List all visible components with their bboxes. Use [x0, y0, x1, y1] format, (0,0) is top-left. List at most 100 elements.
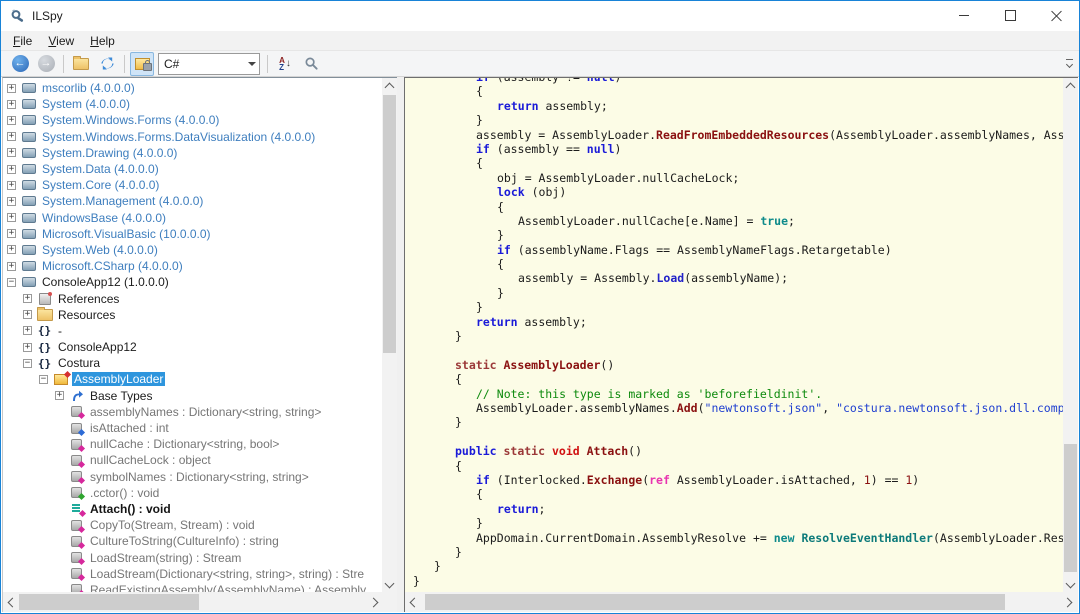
code-line: AssemblyLoader.nullCache[e.Name] = true; [413, 214, 1063, 228]
tree-item[interactable]: +mscorlib (4.0.0.0) [3, 80, 382, 96]
title-bar[interactable]: ILSpy [1, 1, 1079, 31]
code-view[interactable]: if (assembly != null){return assembly;}a… [405, 78, 1063, 592]
minimize-button[interactable] [941, 1, 987, 30]
tree-item[interactable]: −AssemblyLoader [3, 371, 382, 387]
tree-item[interactable]: +System.Windows.Forms (4.0.0.0) [3, 112, 382, 128]
tree-item[interactable]: +{}ConsoleApp12 [3, 339, 382, 355]
close-button[interactable] [1033, 1, 1079, 30]
tree-item[interactable]: +System.Core (4.0.0.0) [3, 177, 382, 193]
splitter[interactable] [397, 77, 404, 612]
code-hscroll-thumb[interactable] [425, 594, 1005, 610]
back-button[interactable]: ← [8, 52, 32, 76]
refresh-button[interactable] [95, 52, 119, 76]
tree-item[interactable]: nullCache : Dictionary<string, bool> [3, 436, 382, 452]
tree-item[interactable]: +System.Windows.Forms.DataVisualization … [3, 129, 382, 145]
assembly-icon [20, 259, 37, 273]
code-token: (obj) [525, 185, 567, 199]
tree-item[interactable]: symbolNames : Dictionary<string, string> [3, 469, 382, 485]
tree-item-label: System.Management (4.0.0.0) [40, 194, 205, 208]
tree-expander-spacer [55, 488, 64, 497]
tree-item[interactable]: + System.Management (4.0.0.0) [3, 193, 382, 209]
menu-file[interactable]: File [5, 32, 40, 50]
code-vscroll-thumb[interactable] [1064, 444, 1077, 572]
tree-item[interactable]: −ConsoleApp12 (1.0.0.0) [3, 274, 382, 290]
tree-expander[interactable]: − [39, 375, 48, 384]
maximize-icon [1005, 10, 1016, 21]
tree-item[interactable]: +System.Data (4.0.0.0) [3, 161, 382, 177]
tree-expander[interactable]: + [7, 213, 16, 222]
code-token: null [587, 142, 615, 156]
tree-expander[interactable]: + [23, 310, 32, 319]
forward-button[interactable]: → [34, 52, 58, 76]
tree-item[interactable]: CultureToString(CultureInfo) : string [3, 533, 382, 549]
tree-item[interactable]: +WindowsBase (4.0.0.0) [3, 210, 382, 226]
tree-item[interactable]: LoadStream(Dictionary<string, string>, s… [3, 566, 382, 582]
tree-item[interactable]: assemblyNames : Dictionary<string, strin… [3, 404, 382, 420]
scroll-up-arrow[interactable] [1063, 78, 1078, 93]
language-select[interactable]: C# [158, 53, 260, 75]
tree-vscroll-thumb[interactable] [383, 95, 396, 353]
scroll-left-arrow[interactable] [405, 592, 420, 612]
tree-expander[interactable]: + [7, 100, 16, 109]
tree-expander[interactable]: + [7, 132, 16, 141]
tree-expander[interactable]: + [7, 197, 16, 206]
tree-item[interactable]: +Microsoft.CSharp (4.0.0.0) [3, 258, 382, 274]
tree-item[interactable]: isAttached : int [3, 420, 382, 436]
tree-expander[interactable]: + [7, 165, 16, 174]
tree-expander[interactable]: + [23, 343, 32, 352]
maximize-button[interactable] [987, 1, 1033, 30]
toolbar-overflow-button[interactable] [1062, 56, 1076, 72]
search-button[interactable] [299, 52, 323, 76]
code-line: { [413, 459, 1063, 473]
tree-expander[interactable]: + [7, 148, 16, 157]
tree-item[interactable]: ReadExistingAssembly(AssemblyName) : Ass… [3, 582, 382, 592]
tree-hscroll-thumb[interactable] [19, 594, 199, 610]
scroll-down-arrow[interactable] [1063, 577, 1078, 592]
scroll-left-arrow[interactable] [3, 592, 18, 612]
menu-view[interactable]: View [40, 32, 82, 50]
sort-button[interactable]: AZ↓ [273, 52, 297, 76]
open-assembly-button[interactable] [69, 52, 93, 76]
tree-item[interactable]: +System (4.0.0.0) [3, 96, 382, 112]
tree-item[interactable]: +System.Drawing (4.0.0.0) [3, 145, 382, 161]
sort-az-icon: AZ [279, 57, 285, 71]
tree-expander[interactable]: + [7, 84, 16, 93]
code-horizontal-scrollbar[interactable] [405, 592, 1078, 612]
tree-expander[interactable]: + [55, 391, 64, 400]
tree-expander[interactable]: + [7, 116, 16, 125]
code-vertical-scrollbar[interactable] [1063, 78, 1078, 592]
tree-item[interactable]: +{}- [3, 323, 382, 339]
assembly-icon [20, 113, 37, 127]
tree-item[interactable]: +References [3, 290, 382, 306]
scroll-up-arrow[interactable] [382, 78, 397, 93]
scroll-right-arrow[interactable] [367, 592, 382, 612]
tree-item[interactable]: LoadStream(string) : Stream [3, 549, 382, 565]
tree-item[interactable]: +System.Web (4.0.0.0) [3, 242, 382, 258]
tree-expander[interactable]: + [23, 294, 32, 303]
tree-expander[interactable]: − [23, 359, 32, 368]
code-token: return [497, 99, 539, 113]
tree-expander[interactable]: + [7, 245, 16, 254]
tree-expander[interactable]: + [7, 181, 16, 190]
scroll-right-arrow[interactable] [1061, 592, 1076, 612]
tree-item[interactable]: −{}Costura [3, 355, 382, 371]
method-icon [68, 518, 85, 532]
show-internal-api-toggle[interactable] [130, 52, 154, 76]
tree-item[interactable]: +Microsoft.VisualBasic (10.0.0.0) [3, 226, 382, 242]
tree-vertical-scrollbar[interactable] [382, 78, 397, 592]
tree-expander[interactable]: + [7, 262, 16, 271]
scroll-down-arrow[interactable] [382, 577, 397, 592]
tree-horizontal-scrollbar[interactable] [3, 592, 382, 612]
menu-help[interactable]: Help [82, 32, 123, 50]
assembly-icon [20, 81, 37, 95]
tree-item[interactable]: nullCacheLock : object [3, 452, 382, 468]
assembly-icon [20, 275, 37, 289]
tree-item[interactable]: +Base Types [3, 388, 382, 404]
tree-item[interactable]: .cctor() : void [3, 485, 382, 501]
tree-expander[interactable]: + [7, 229, 16, 238]
tree-item[interactable]: Attach() : void [3, 501, 382, 517]
tree-item[interactable]: +Resources [3, 307, 382, 323]
tree-expander[interactable]: − [7, 278, 16, 287]
tree-expander[interactable]: + [23, 326, 32, 335]
tree-item[interactable]: CopyTo(Stream, Stream) : void [3, 517, 382, 533]
